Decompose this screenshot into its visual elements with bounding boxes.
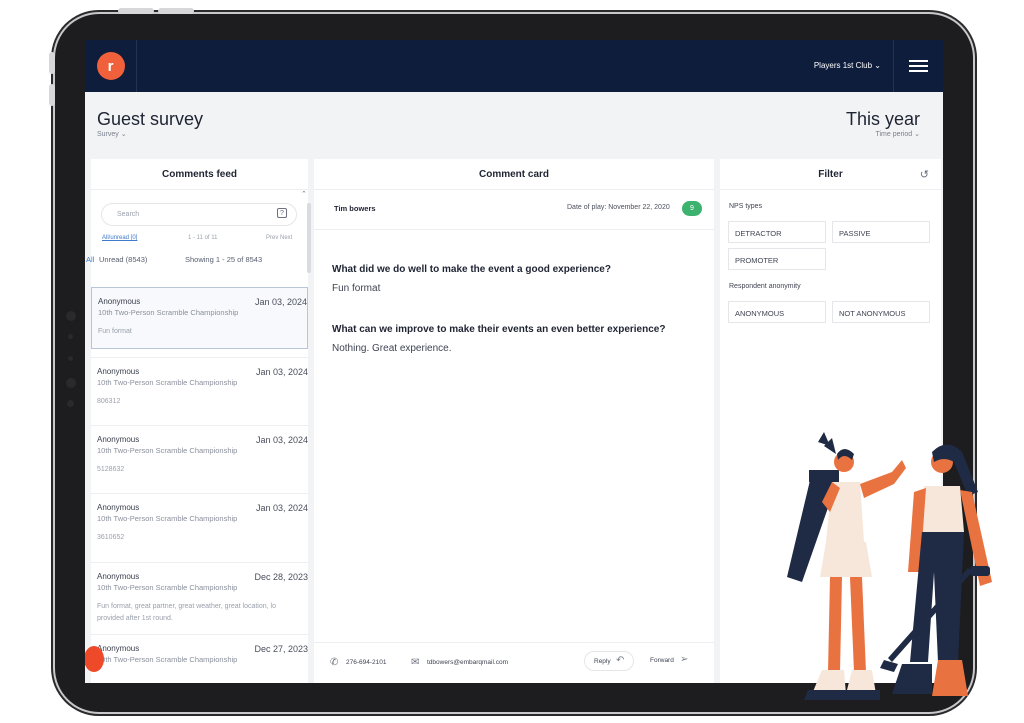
nps-score-badge: 9 (682, 201, 702, 216)
camera-dot (68, 356, 73, 361)
tab-all[interactable]: All (86, 255, 94, 264)
club-selector[interactable]: Players 1st Club ⌄ (814, 61, 881, 70)
reply-icon: ↶ (616, 655, 625, 666)
item-text: 3610652 (97, 534, 125, 541)
email-address[interactable]: tdbowers@embarqmail.com (427, 659, 508, 666)
item-date: Dec 28, 2023 (254, 572, 308, 582)
camera-dot (66, 378, 76, 388)
hamburger-icon (909, 57, 928, 75)
list-item[interactable]: Anonymous Jan 03, 2024 10th Two-Person S… (91, 287, 308, 349)
item-text: 5128632 (97, 466, 125, 473)
list-item[interactable]: Anonymous Dec 27, 2023 10th Two-Person S… (91, 634, 308, 683)
all-unread-link[interactable]: All/unread [0] (102, 235, 137, 241)
feed-count: 1 - 11 of 11 (188, 235, 218, 241)
item-name: Anonymous (97, 644, 140, 653)
item-name: Anonymous (97, 367, 140, 376)
tablet-button (158, 8, 194, 14)
anonymity-label: Respondent anonymity (729, 283, 801, 290)
top-nav: r Players 1st Club ⌄ (85, 40, 943, 92)
comments-feed-title: Comments feed (91, 159, 308, 190)
nps-types-label: NPS types (729, 203, 763, 210)
app-logo: r (96, 52, 125, 80)
reply-label: Reply (594, 658, 611, 665)
item-event: 10th Two-Person Scramble Championship (97, 583, 238, 592)
reply-button[interactable]: Reply ↶ (584, 651, 634, 671)
notification-dot[interactable] (85, 646, 104, 672)
date-of-play: Date of play: November 22, 2020 (567, 204, 670, 211)
filter-title: Filter (720, 159, 941, 190)
comments-feed-panel: Comments feed ⌃ Search ? All/unread [0] … (86, 159, 311, 683)
tablet-side-button (49, 52, 55, 74)
list-item[interactable]: Anonymous Jan 03, 2024 10th Two-Person S… (91, 493, 308, 562)
item-text: Fun format (98, 328, 132, 335)
time-period-selector[interactable]: Time period ⌄ (875, 130, 920, 138)
answer-2: Nothing. Great experience. (332, 343, 452, 354)
item-event: 10th Two-Person Scramble Championship (97, 655, 238, 664)
scroll-up-icon[interactable]: ⌃ (301, 190, 307, 198)
chip-detractor[interactable]: DETRACTOR (728, 221, 826, 243)
chip-anonymous[interactable]: ANONYMOUS (728, 301, 826, 323)
answer-1: Fun format (332, 283, 381, 294)
chip-passive[interactable]: PASSIVE (832, 221, 930, 243)
camera-dot (68, 334, 73, 339)
item-event: 10th Two-Person Scramble Championship (98, 308, 239, 317)
camera-dot (66, 311, 76, 321)
tab-unread[interactable]: Unread (8543) (99, 255, 147, 264)
reset-icon[interactable]: ↺ (920, 168, 929, 181)
comment-card-title: Comment card (314, 159, 714, 190)
question-2: What can we improve to make their events… (332, 324, 666, 335)
list-item[interactable]: Anonymous Jan 03, 2024 10th Two-Person S… (91, 357, 308, 425)
item-name: Anonymous (98, 297, 141, 306)
phone-icon: ✆ (330, 657, 339, 668)
comment-card-panel: Comment card Tim bowers Date of play: No… (314, 159, 714, 683)
list-item[interactable]: Anonymous Jan 03, 2024 10th Two-Person S… (91, 425, 308, 493)
tablet-side-button (49, 84, 55, 106)
chip-promoter[interactable]: PROMOTER (728, 248, 826, 270)
item-text: 806312 (97, 398, 121, 405)
send-icon: ➢ (680, 654, 689, 665)
item-date: Jan 03, 2024 (255, 503, 308, 513)
scrollbar[interactable] (307, 203, 311, 273)
respondent-name: Tim bowers (334, 204, 376, 213)
list-item[interactable]: Anonymous Dec 28, 2023 10th Two-Person S… (91, 562, 308, 634)
phone-number[interactable]: 276-694-2101 (346, 659, 386, 666)
golfers-illustration (787, 432, 992, 700)
survey-selector[interactable]: Survey ⌄ (97, 130, 127, 138)
forward-button[interactable]: Forward ➢ (640, 651, 698, 671)
item-text: Fun format, great partner, great weather… (97, 603, 276, 610)
card-footer: ✆ 276-694-2101 ✉ tdbowers@embarqmail.com… (314, 642, 714, 683)
divider (314, 229, 714, 230)
item-event: 10th Two-Person Scramble Championship (97, 378, 238, 387)
item-date: Jan 03, 2024 (254, 297, 307, 307)
forward-label: Forward (650, 657, 674, 664)
question-1: What did we do well to make the event a … (332, 264, 611, 275)
page-title: Guest survey (97, 109, 204, 129)
camera-dot (67, 400, 74, 407)
pager[interactable]: Prev Next (266, 235, 292, 241)
item-text: provided after 1st round. (97, 615, 173, 622)
menu-button[interactable] (893, 40, 943, 92)
tablet-button (118, 8, 154, 14)
item-date: Dec 27, 2023 (254, 644, 308, 654)
item-name: Anonymous (97, 572, 140, 581)
item-name: Anonymous (97, 435, 140, 444)
item-event: 10th Two-Person Scramble Championship (97, 514, 238, 523)
search-input[interactable]: Search (101, 203, 297, 226)
mail-icon: ✉ (411, 657, 420, 668)
item-date: Jan 03, 2024 (255, 367, 308, 377)
item-name: Anonymous (97, 503, 140, 512)
chip-not-anonymous[interactable]: NOT ANONYMOUS (832, 301, 930, 323)
item-event: 10th Two-Person Scramble Championship (97, 446, 238, 455)
item-date: Jan 03, 2024 (255, 435, 308, 445)
logo-cell[interactable]: r (85, 40, 137, 92)
period-title: This year (845, 109, 920, 129)
help-icon[interactable]: ? (277, 208, 287, 218)
showing-count: Showing 1 - 25 of 8543 (185, 255, 263, 264)
